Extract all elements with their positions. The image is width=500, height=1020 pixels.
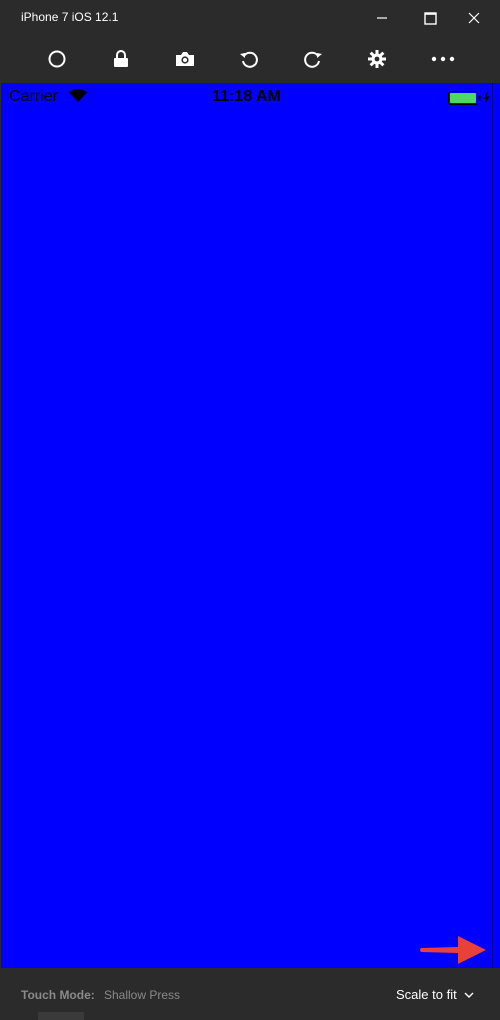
- camera-icon: [176, 52, 194, 66]
- taskbar-stub: [38, 1012, 84, 1020]
- battery-icon: [448, 91, 490, 105]
- maximize-button[interactable]: [420, 8, 440, 28]
- maximize-icon: [423, 11, 437, 25]
- window-title: iPhone 7 iOS 12.1: [21, 10, 119, 24]
- status-time: 11:18 AM: [212, 88, 281, 105]
- touch-mode-value[interactable]: Shallow Press: [104, 988, 180, 1002]
- rotate-left-button[interactable]: [236, 46, 262, 72]
- rotate-left-icon: [240, 51, 258, 68]
- minimize-icon: [377, 17, 387, 19]
- device-screen[interactable]: Carrier 11:18 AM: [1, 83, 492, 968]
- ios-status-bar: Carrier 11:18 AM: [1, 83, 492, 111]
- simulator-window: iPhone 7 iOS 12.1 Carrier 11:18 AM Touch…: [0, 0, 500, 1020]
- minimize-button[interactable]: [372, 8, 392, 28]
- home-icon: [48, 50, 66, 68]
- gear-icon: [368, 50, 386, 68]
- home-button[interactable]: [44, 46, 70, 72]
- more-icon: [431, 56, 455, 62]
- rotate-right-icon: [304, 51, 322, 68]
- title-bar: iPhone 7 iOS 12.1: [0, 0, 500, 36]
- lock-button[interactable]: [108, 46, 134, 72]
- lock-icon: [114, 50, 128, 67]
- device-screen-edge: [492, 83, 500, 968]
- rotate-right-button[interactable]: [300, 46, 326, 72]
- screenshot-button[interactable]: [172, 46, 198, 72]
- more-button[interactable]: [430, 46, 456, 72]
- chevron-down-icon[interactable]: [464, 992, 474, 999]
- arrow-right-icon: [420, 936, 486, 964]
- touch-mode-label: Touch Mode:: [21, 988, 95, 1002]
- close-button[interactable]: [464, 8, 484, 28]
- scale-dropdown[interactable]: Scale to fit: [396, 987, 457, 1002]
- simulator-toolbar: [0, 36, 500, 82]
- settings-button[interactable]: [364, 46, 390, 72]
- close-icon: [468, 12, 480, 24]
